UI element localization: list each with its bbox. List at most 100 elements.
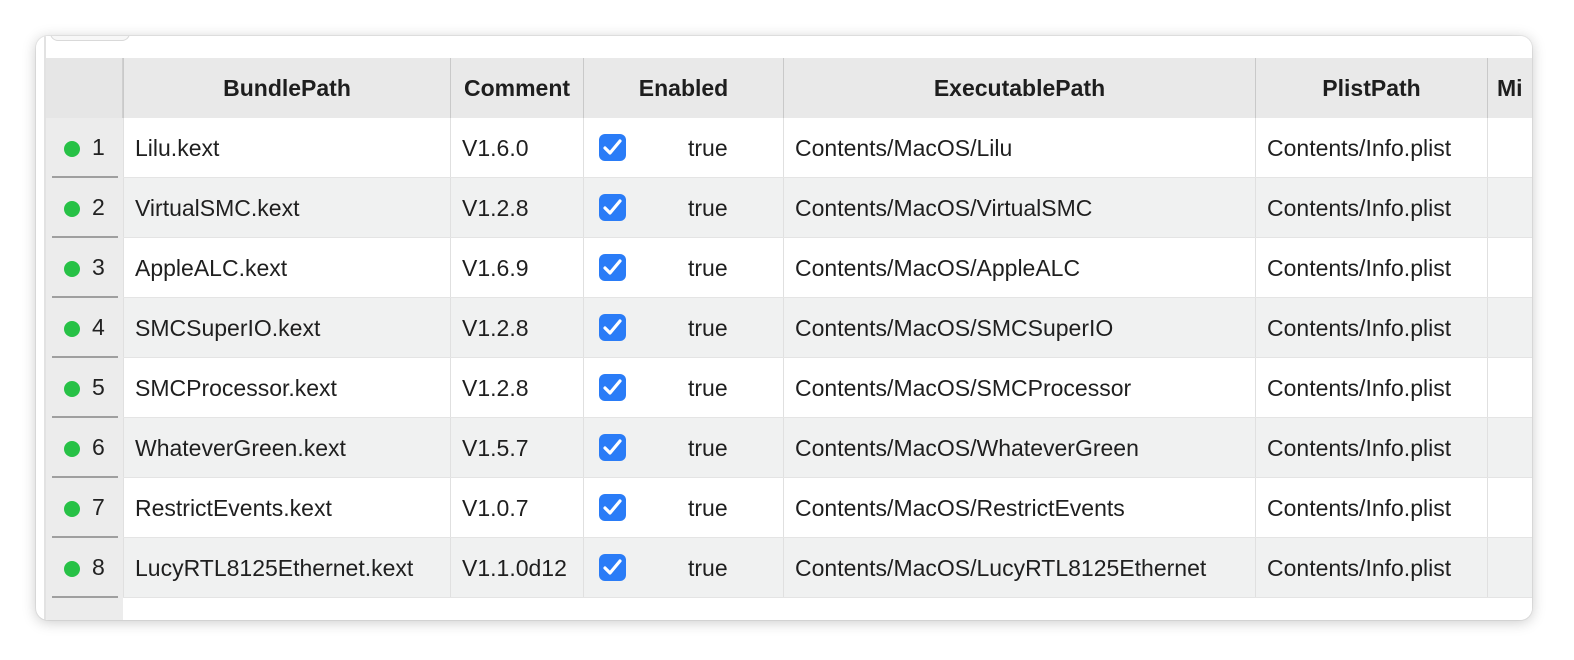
executablepath-cell[interactable]: Contents/MacOS/SMCProcessor <box>783 358 1255 418</box>
bundlepath-cell[interactable]: SMCProcessor.kext <box>123 358 450 418</box>
executablepath-cell[interactable]: Contents/MacOS/AppleALC <box>783 238 1255 298</box>
table-row[interactable]: Lilu.kext V1.6.0 true Contents/MacOS/Lilu Co… <box>123 118 1532 178</box>
row-index: 5 <box>92 374 105 400</box>
column-header-comment[interactable]: Comment <box>450 58 583 118</box>
gutter-header <box>46 58 123 118</box>
column-header-bundlepath[interactable]: BundlePath <box>123 58 450 118</box>
min-kernel-cell[interactable] <box>1487 538 1532 598</box>
plistpath-cell[interactable]: Contents/Info.plist <box>1255 538 1487 598</box>
status-dot-icon <box>64 141 80 157</box>
table-row[interactable]: AppleALC.kext V1.6.9 true Contents/MacOS/Ap… <box>123 238 1532 298</box>
enabled-checkbox[interactable] <box>599 254 626 281</box>
row-gutter-item[interactable]: 7 <box>46 478 123 538</box>
column-header-executablepath[interactable]: ExecutablePath <box>783 58 1255 118</box>
table-row[interactable]: VirtualSMC.kext V1.2.8 true Contents/MacOS/… <box>123 178 1532 238</box>
comment-cell[interactable]: V1.6.0 <box>450 118 583 178</box>
row-gutter-item[interactable]: 6 <box>46 418 123 478</box>
min-kernel-cell[interactable] <box>1487 298 1532 358</box>
row-gutter-item[interactable]: 3 <box>46 238 123 298</box>
enabled-checkbox[interactable] <box>599 494 626 521</box>
checkmark-icon <box>603 259 622 275</box>
row-index: 8 <box>92 554 105 580</box>
executablepath-cell[interactable]: Contents/MacOS/Lilu <box>783 118 1255 178</box>
min-kernel-cell[interactable] <box>1487 118 1532 178</box>
bundlepath-cell[interactable]: VirtualSMC.kext <box>123 178 450 238</box>
executablepath-cell[interactable]: Contents/MacOS/VirtualSMC <box>783 178 1255 238</box>
enabled-value: true <box>688 495 728 521</box>
row-gutter-item[interactable]: 4 <box>46 298 123 358</box>
column-header-enabled[interactable]: Enabled <box>583 58 783 118</box>
row-separator <box>52 596 118 598</box>
enabled-value: true <box>688 255 728 281</box>
top-tab-handle[interactable] <box>50 36 130 41</box>
plistpath-cell[interactable]: Contents/Info.plist <box>1255 118 1487 178</box>
min-kernel-cell[interactable] <box>1487 478 1532 538</box>
status-dot-icon <box>64 201 80 217</box>
plistpath-cell[interactable]: Contents/Info.plist <box>1255 358 1487 418</box>
enabled-cell: true <box>583 178 783 238</box>
comment-cell[interactable]: V1.2.8 <box>450 178 583 238</box>
enabled-checkbox[interactable] <box>599 314 626 341</box>
top-strip <box>36 36 1532 58</box>
table-row[interactable]: LucyRTL8125Ethernet.kext V1.1.0d12 true Con… <box>123 538 1532 598</box>
plistpath-cell[interactable]: Contents/Info.plist <box>1255 418 1487 478</box>
enabled-cell: true <box>583 298 783 358</box>
comment-cell[interactable]: V1.6.9 <box>450 238 583 298</box>
enabled-value: true <box>688 135 728 161</box>
status-dot-icon <box>64 561 80 577</box>
table-row[interactable]: SMCProcessor.kext V1.2.8 true Contents/MacO… <box>123 358 1532 418</box>
plistpath-cell[interactable]: Contents/Info.plist <box>1255 238 1487 298</box>
min-kernel-cell[interactable] <box>1487 418 1532 478</box>
row-gutter-item[interactable]: 5 <box>46 358 123 418</box>
comment-cell[interactable]: V1.5.7 <box>450 418 583 478</box>
row-gutter-item[interactable]: 8 <box>46 538 123 598</box>
checkmark-icon <box>603 199 622 215</box>
plistpath-cell[interactable]: Contents/Info.plist <box>1255 298 1487 358</box>
status-dot-icon <box>64 261 80 277</box>
enabled-value: true <box>688 435 728 461</box>
table-row[interactable]: RestrictEvents.kext V1.0.7 true Contents/Ma… <box>123 478 1532 538</box>
table-row[interactable]: WhateverGreen.kext V1.5.7 true Contents/Mac… <box>123 418 1532 478</box>
bundlepath-cell[interactable]: RestrictEvents.kext <box>123 478 450 538</box>
executablepath-cell[interactable]: Contents/MacOS/SMCSuperIO <box>783 298 1255 358</box>
bundlepath-cell[interactable]: Lilu.kext <box>123 118 450 178</box>
table-row[interactable]: SMCSuperIO.kext V1.2.8 true Contents/MacOS/… <box>123 298 1532 358</box>
enabled-checkbox[interactable] <box>599 134 626 161</box>
enabled-cell: true <box>583 358 783 418</box>
plistpath-cell[interactable]: Contents/Info.plist <box>1255 178 1487 238</box>
enabled-checkbox[interactable] <box>599 374 626 401</box>
checkmark-icon <box>603 139 622 155</box>
comment-cell[interactable]: V1.2.8 <box>450 358 583 418</box>
enabled-checkbox[interactable] <box>599 554 626 581</box>
table-header: BundlePath Comment Enabled ExecutablePat… <box>123 58 1532 119</box>
row-index: 4 <box>92 314 105 340</box>
column-header-plistpath[interactable]: PlistPath <box>1255 58 1487 118</box>
row-gutter-item[interactable]: 2 <box>46 178 123 238</box>
checkmark-icon <box>603 499 622 515</box>
enabled-value: true <box>688 375 728 401</box>
row-gutter-item[interactable]: 1 <box>46 118 123 178</box>
bundlepath-cell[interactable]: AppleALC.kext <box>123 238 450 298</box>
row-gutter: 1 2 3 4 5 6 7 8 <box>46 58 123 620</box>
checkmark-icon <box>603 559 622 575</box>
min-kernel-cell[interactable] <box>1487 358 1532 418</box>
bundlepath-cell[interactable]: WhateverGreen.kext <box>123 418 450 478</box>
bundlepath-cell[interactable]: LucyRTL8125Ethernet.kext <box>123 538 450 598</box>
kernel-add-table: 1 2 3 4 5 6 7 8 BundlePath Comment Enabled Exec… <box>46 58 1532 620</box>
comment-cell[interactable]: V1.0.7 <box>450 478 583 538</box>
bundlepath-cell[interactable]: SMCSuperIO.kext <box>123 298 450 358</box>
enabled-checkbox[interactable] <box>599 194 626 221</box>
status-dot-icon <box>64 441 80 457</box>
comment-cell[interactable]: V1.2.8 <box>450 298 583 358</box>
column-header-min-truncated[interactable]: Mi <box>1487 58 1532 118</box>
plistpath-cell[interactable]: Contents/Info.plist <box>1255 478 1487 538</box>
executablepath-cell[interactable]: Contents/MacOS/WhateverGreen <box>783 418 1255 478</box>
enabled-checkbox[interactable] <box>599 434 626 461</box>
min-kernel-cell[interactable] <box>1487 238 1532 298</box>
min-kernel-cell[interactable] <box>1487 178 1532 238</box>
executablepath-cell[interactable]: Contents/MacOS/RestrictEvents <box>783 478 1255 538</box>
status-dot-icon <box>64 321 80 337</box>
comment-cell[interactable]: V1.1.0d12 <box>450 538 583 598</box>
executablepath-cell[interactable]: Contents/MacOS/LucyRTL8125Ethernet <box>783 538 1255 598</box>
status-dot-icon <box>64 501 80 517</box>
